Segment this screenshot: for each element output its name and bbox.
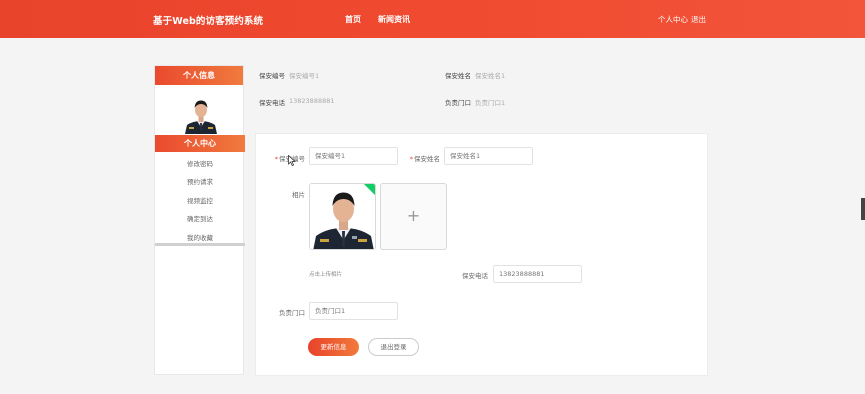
nav-news-link[interactable]: 新闻资讯 xyxy=(378,14,410,25)
scrollbar-handle[interactable] xyxy=(861,198,865,220)
sidebar-item-video-monitor[interactable]: 视频监控 xyxy=(155,192,245,210)
sidebar: 个人信息 个人中心 修改密码 预约请求 视频监控 确定到达 我的收藏 xyxy=(154,65,245,375)
photo-upload-button[interactable]: + xyxy=(380,183,447,250)
site-brand[interactable]: 基于Web的访客预约系统 xyxy=(153,13,263,27)
gate-input[interactable]: 负责门口1 xyxy=(309,302,398,320)
upload-hint: 点击上传相片 xyxy=(309,272,343,278)
mouse-cursor-icon xyxy=(288,155,296,166)
required-mark: * xyxy=(409,155,413,163)
info-guard-no-value: 保安编号1 xyxy=(289,72,320,80)
info-guard-no-label: 保安编号 xyxy=(259,72,285,80)
sidebar-item-change-password[interactable]: 修改密码 xyxy=(155,155,245,173)
sidebar-item-confirm-arrival[interactable]: 确定到达 xyxy=(155,210,245,228)
sidebar-item-personal-center[interactable]: 个人中心 xyxy=(155,135,245,152)
info-gate-value: 负责门口1 xyxy=(475,99,506,107)
phone-label: 保安电话 xyxy=(462,272,488,280)
sidebar-item-appointment-requests[interactable]: 预约请求 xyxy=(155,173,245,191)
nav-home-link[interactable]: 首页 xyxy=(345,14,361,25)
personal-center-link[interactable]: 个人中心 xyxy=(658,14,688,25)
logout-button[interactable]: 退出登录 xyxy=(368,338,419,356)
guard-name-input[interactable]: 保安姓名1 xyxy=(444,147,533,165)
sidebar-title: 个人信息 xyxy=(155,66,243,85)
guard-photo xyxy=(310,184,375,249)
photo-label: 相片 xyxy=(292,191,305,199)
top-navbar: 基于Web的访客预约系统 首页 新闻资讯 个人中心 退出 xyxy=(0,0,865,38)
info-guard-name-value: 保安姓名1 xyxy=(475,72,506,80)
gate-label: 负责门口 xyxy=(279,309,305,317)
logout-link[interactable]: 退出 xyxy=(691,14,706,25)
info-guard-name-label: 保安姓名 xyxy=(445,72,471,80)
phone-input[interactable]: 13823888881 xyxy=(493,265,582,283)
update-info-button[interactable]: 更新信息 xyxy=(308,338,359,356)
photo-thumbnail[interactable] xyxy=(309,183,376,250)
sidebar-menu: 修改密码 预约请求 视频监控 确定到达 我的收藏 xyxy=(155,155,245,247)
required-mark: * xyxy=(274,155,278,163)
info-phone-label: 保安电话 xyxy=(259,99,285,107)
info-phone-value: 13823888881 xyxy=(289,97,335,105)
guard-no-input[interactable]: 保安编号1 xyxy=(309,147,398,165)
guard-name-label: *保安姓名 xyxy=(409,155,440,163)
avatar xyxy=(183,96,219,134)
info-gate-label: 负责门口 xyxy=(445,99,471,107)
sidebar-divider xyxy=(155,243,245,246)
